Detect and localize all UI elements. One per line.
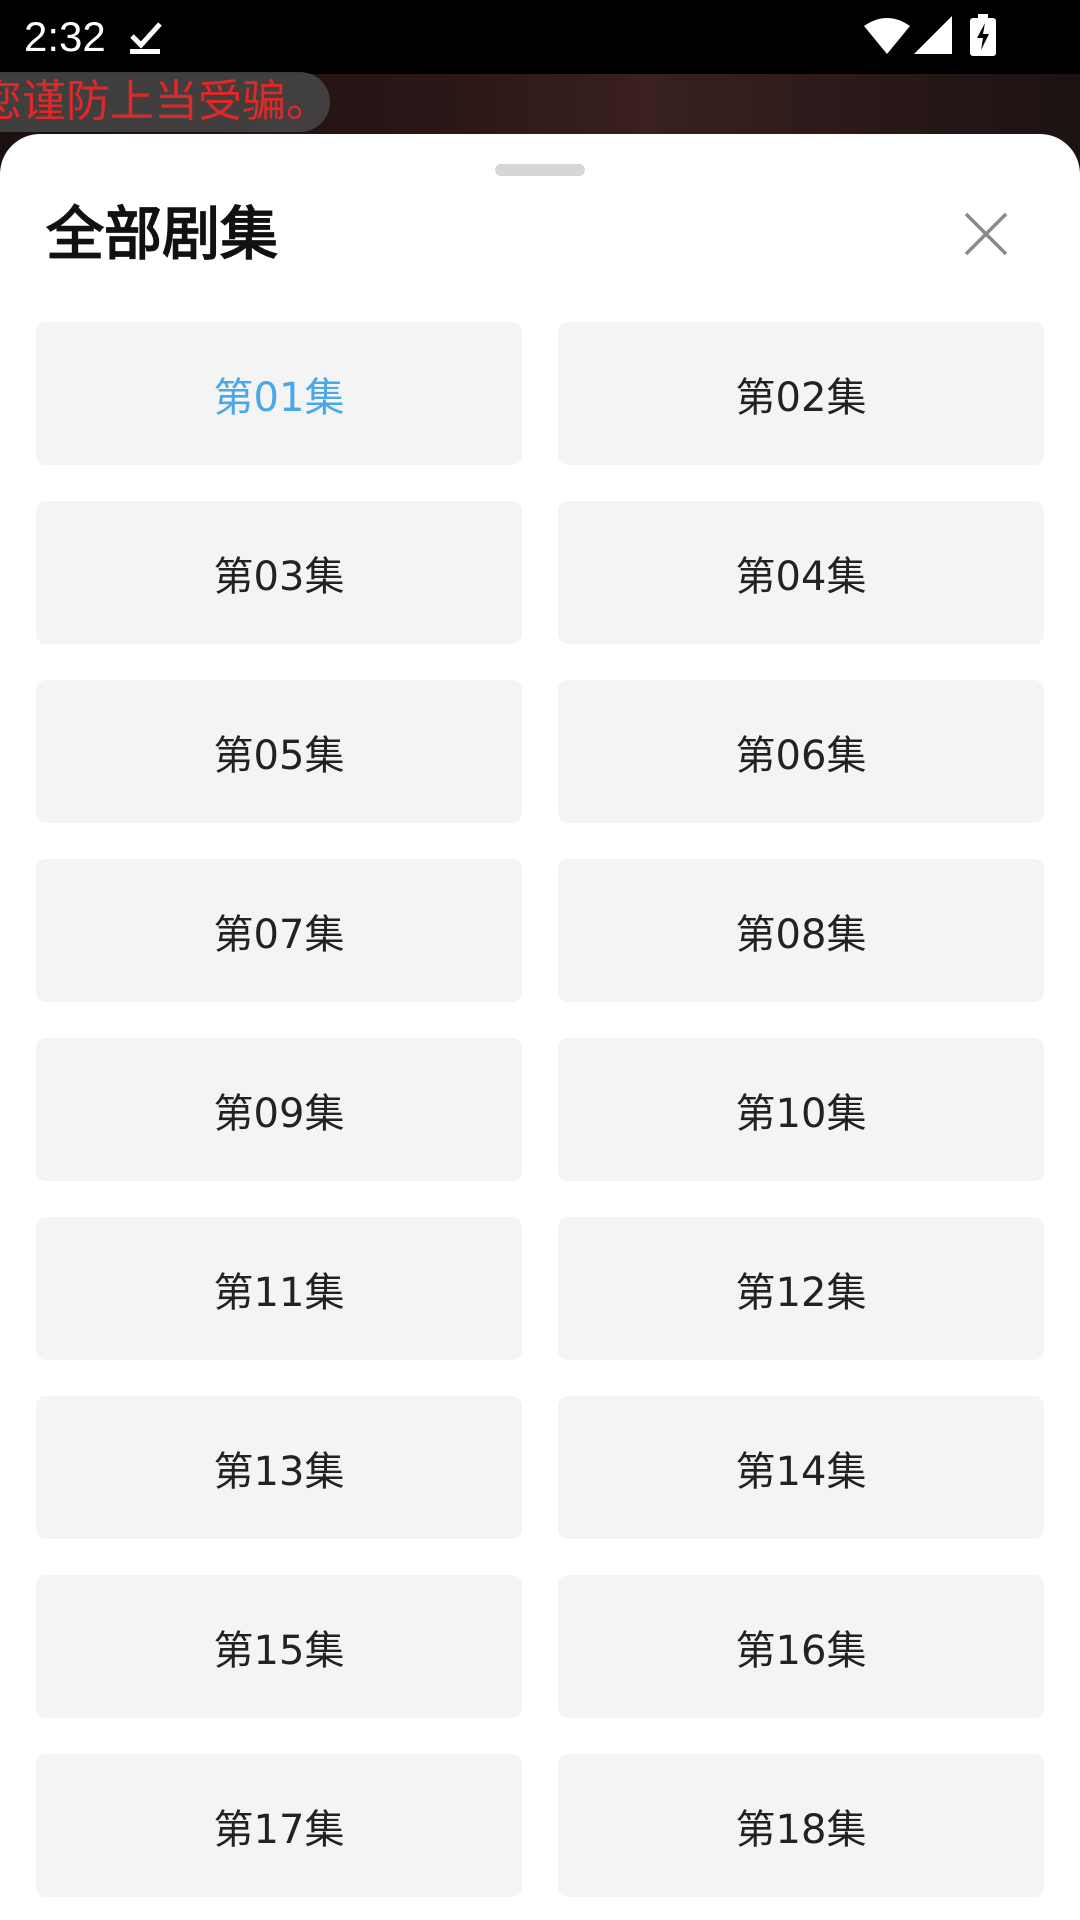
episode-button[interactable]: 第15集: [36, 1575, 522, 1718]
status-time: 2:32: [24, 13, 106, 60]
wifi-icon: [864, 18, 910, 54]
episode-button[interactable]: 第04集: [558, 501, 1044, 644]
episode-button[interactable]: 第11集: [36, 1217, 522, 1360]
episode-button[interactable]: 第13集: [36, 1396, 522, 1539]
battery-charging-icon: [970, 14, 996, 56]
episode-button[interactable]: 第18集: [558, 1754, 1044, 1897]
episode-button[interactable]: 第08集: [558, 859, 1044, 1002]
episode-grid: 第01集 第02集 第03集 第04集 第05集 第06集 第07集 第08集 第09集 第10集…: [36, 322, 1044, 1897]
episode-button[interactable]: 第07集: [36, 859, 522, 1002]
episode-button[interactable]: 第05集: [36, 680, 522, 823]
status-bar: 2:32: [0, 0, 1080, 74]
sheet-title: 全部剧集: [46, 200, 279, 268]
close-icon: [964, 212, 1008, 256]
episode-button[interactable]: 第10集: [558, 1038, 1044, 1181]
episode-button[interactable]: 第02集: [558, 322, 1044, 465]
episode-button[interactable]: 第14集: [558, 1396, 1044, 1539]
episode-button[interactable]: 第16集: [558, 1575, 1044, 1718]
notice-text: 您谨防上当受骗。: [0, 76, 330, 127]
episodes-sheet: 全部剧集 第01集 第02集 第03集 第04集 第05集 第06集 第07集 第08集 第09…: [0, 134, 1080, 1920]
drag-handle[interactable]: [495, 164, 585, 176]
episode-button[interactable]: 第12集: [558, 1217, 1044, 1360]
episode-button[interactable]: 第01集: [36, 322, 522, 465]
episode-button[interactable]: 第17集: [36, 1754, 522, 1897]
episode-button[interactable]: 第03集: [36, 501, 522, 644]
signal-icon: [914, 16, 952, 54]
episode-button[interactable]: 第09集: [36, 1038, 522, 1181]
close-button[interactable]: [954, 202, 1018, 266]
episode-button[interactable]: 第06集: [558, 680, 1044, 823]
download-done-icon: [130, 22, 162, 54]
notice-marquee: 您谨防上当受骗。: [0, 72, 330, 132]
